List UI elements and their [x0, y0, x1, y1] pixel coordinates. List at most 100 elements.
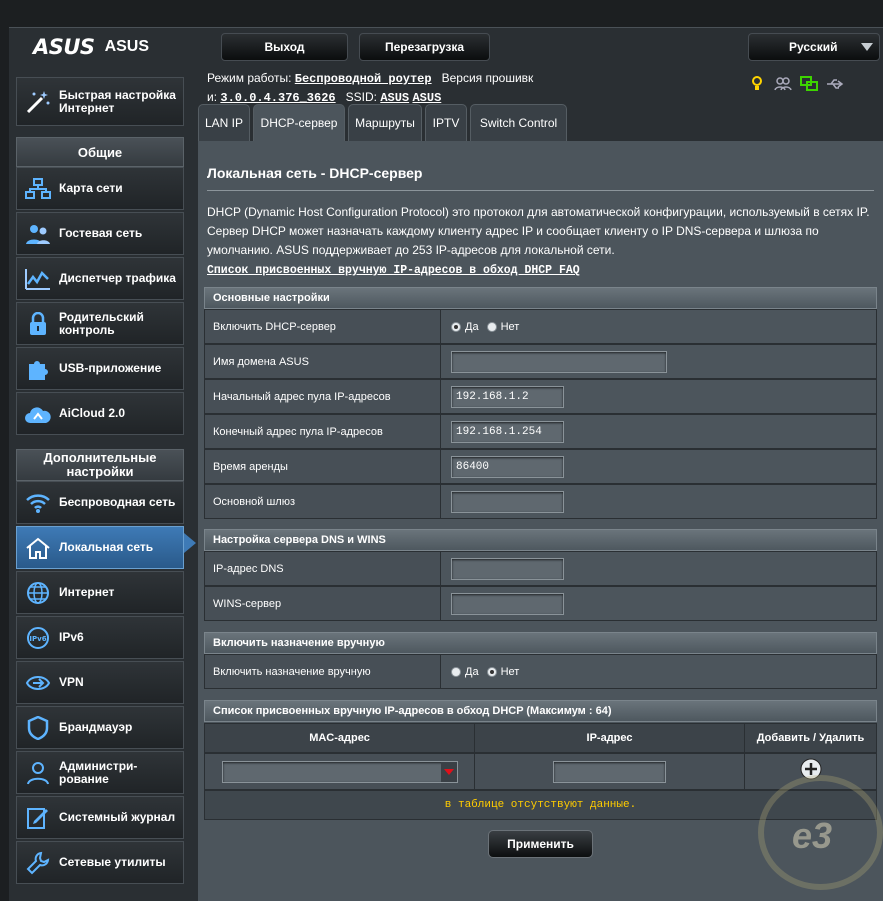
section-header-dns: Настройка сервера DNS и WINS — [204, 529, 877, 551]
mac-address-select[interactable] — [221, 760, 458, 783]
ssid-label: SSID: — [345, 90, 377, 104]
sidebar-item-parental-control[interactable]: Родительский контроль — [16, 302, 184, 345]
firmware-label: Версия прошивк — [441, 71, 534, 85]
tab-iptv[interactable]: IPTV — [425, 104, 467, 141]
radio-dot-icon — [451, 666, 461, 677]
row-pool-start: Начальный адрес пула IP-адресов 192.168.… — [204, 379, 877, 414]
tab-routes[interactable]: Маршруты — [348, 104, 422, 141]
radio-manual-yes[interactable]: Да — [451, 666, 479, 678]
sidebar-item-lan[interactable]: Локальная сеть — [16, 526, 184, 569]
firmware-link[interactable]: 3.0.0.4.376_3626 — [220, 91, 335, 105]
sidebar-label: Администри-рование — [59, 758, 138, 786]
sidebar-item-system-log[interactable]: Системный журнал — [16, 796, 184, 839]
logout-button[interactable]: Выход — [221, 33, 348, 61]
sidebar-item-ipv6[interactable]: IPv6 IPv6 — [16, 616, 184, 659]
sidebar-label: Системный журнал — [59, 810, 176, 824]
sidebar-label: Родительский контроль — [59, 309, 144, 337]
sidebar-label: Интернет — [59, 585, 115, 599]
sidebar-label: Гостевая сеть — [59, 226, 143, 240]
reboot-button[interactable]: Перезагрузка — [359, 33, 490, 61]
sidebar-label: IPv6 — [59, 630, 84, 644]
radio-dhcp-no[interactable]: Нет — [486, 321, 519, 333]
sidebar-item-guest-network[interactable]: Гостевая сеть — [16, 212, 184, 255]
list-input-row — [204, 753, 877, 790]
dns-input[interactable] — [451, 557, 564, 580]
sidebar-item-internet[interactable]: Интернет — [16, 571, 184, 614]
model-name: ASUS — [104, 38, 150, 55]
pool-end-input[interactable]: 192.168.1.254 — [451, 420, 564, 443]
sidebar-item-network-tools[interactable]: Сетевые утилиты — [16, 841, 184, 884]
tab-switch-control[interactable]: Switch Control — [470, 104, 567, 141]
sidebar-label: USB-приложение — [59, 361, 162, 375]
sidebar-item-firewall[interactable]: Брандмауэр — [16, 706, 184, 749]
radio-manual-no[interactable]: Нет — [486, 666, 519, 678]
sidebar-item-wireless[interactable]: Беспроводная сеть — [16, 481, 184, 524]
faq-link[interactable]: Список присвоенных вручную IP-адресов в … — [207, 264, 580, 277]
admin-user-icon — [17, 751, 59, 794]
field-label: WINS-сервер — [205, 587, 441, 620]
field-label: IP-адрес DNS — [205, 552, 441, 585]
language-value: Русский — [789, 40, 838, 54]
sidebar-item-aicloud[interactable]: AiCloud 2.0 — [16, 392, 184, 435]
usb-icon[interactable] — [826, 76, 844, 92]
ssid-link-2[interactable]: ASUS — [412, 91, 441, 105]
sidebar-item-network-map[interactable]: Карта сети — [16, 167, 184, 210]
radio-dhcp-yes[interactable]: Да — [451, 321, 479, 333]
sidebar-general-header: Общие — [16, 137, 184, 167]
sidebar-label: Локальная сеть — [59, 540, 154, 554]
vpn-icon — [17, 661, 59, 704]
apply-button[interactable]: Применить — [488, 830, 593, 858]
clients-icon[interactable] — [774, 76, 792, 92]
radio-dot-icon — [451, 321, 461, 332]
mode-link[interactable]: Беспроводной роутер — [295, 72, 432, 86]
wins-input[interactable] — [451, 592, 564, 615]
notification-bulb-icon[interactable] — [748, 76, 766, 92]
title-divider — [207, 190, 874, 191]
sidebar-item-vpn[interactable]: VPN — [16, 661, 184, 704]
sidebar-label: AiCloud 2.0 — [59, 406, 126, 420]
tab-dhcp-server[interactable]: DHCP-сервер — [253, 104, 345, 141]
row-pool-end: Конечный адрес пула IP-адресов 192.168.1… — [204, 414, 877, 449]
internet-status-icon[interactable] — [800, 76, 818, 92]
domain-input[interactable] — [451, 350, 667, 373]
magic-wand-icon — [17, 80, 59, 123]
status-icons — [748, 76, 844, 92]
sidebar-item-traffic-manager[interactable]: Диспетчер трафика — [16, 257, 184, 300]
gateway-input[interactable] — [451, 490, 564, 513]
wifi-icon — [17, 481, 59, 524]
sidebar-item-usb-app[interactable]: USB-приложение — [16, 347, 184, 390]
dropdown-arrow-icon[interactable] — [440, 761, 457, 782]
row-dns: IP-адрес DNS — [204, 551, 877, 586]
shield-icon — [17, 706, 59, 749]
ip-address-input[interactable] — [553, 760, 666, 783]
pool-start-input[interactable]: 192.168.1.2 — [451, 385, 564, 408]
section-header-manual: Включить назначение вручную — [204, 632, 877, 654]
lease-time-input[interactable]: 86400 — [451, 455, 564, 478]
chevron-down-icon — [861, 43, 873, 51]
sidebar-label-quick-setup: Быстрая настройка Интернет — [59, 87, 176, 115]
wrench-icon — [17, 841, 59, 884]
sidebar-item-administration[interactable]: Администри-рование — [16, 751, 184, 794]
sidebar-quick-setup[interactable]: Быстрая настройка Интернет — [16, 77, 184, 126]
page-description: DHCP (Dynamic Host Configuration Protoco… — [207, 203, 873, 280]
brand-mark: ASUS — [33, 35, 95, 59]
row-gateway: Основной шлюз — [204, 484, 877, 519]
lock-icon — [17, 302, 59, 345]
radio-dot-icon — [486, 321, 497, 332]
row-domain: Имя домена ASUS — [204, 344, 877, 379]
col-action: Добавить / Удалить — [745, 724, 876, 752]
field-label: Конечный адрес пула IP-адресов — [205, 415, 441, 448]
tab-lan-ip[interactable]: LAN IP — [198, 104, 250, 141]
home-icon — [17, 526, 59, 569]
sidebar-label: VPN — [59, 675, 84, 689]
ssid-link-1[interactable]: ASUS — [380, 91, 409, 105]
mode-label: Режим работы: — [207, 71, 292, 85]
field-label: Включить DHCP-сервер — [205, 310, 441, 343]
radio-label: Да — [465, 665, 479, 678]
field-label: Начальный адрес пула IP-адресов — [205, 380, 441, 413]
section-header-basic: Основные настройки — [204, 287, 877, 309]
firmware-prefix: и: — [207, 90, 218, 104]
sidebar-label: Сетевые утилиты — [59, 855, 166, 869]
language-select[interactable]: Русский — [748, 33, 880, 61]
router-admin-page: ASUS ASUS Выход Перезагрузка Русский Реж… — [0, 0, 883, 901]
